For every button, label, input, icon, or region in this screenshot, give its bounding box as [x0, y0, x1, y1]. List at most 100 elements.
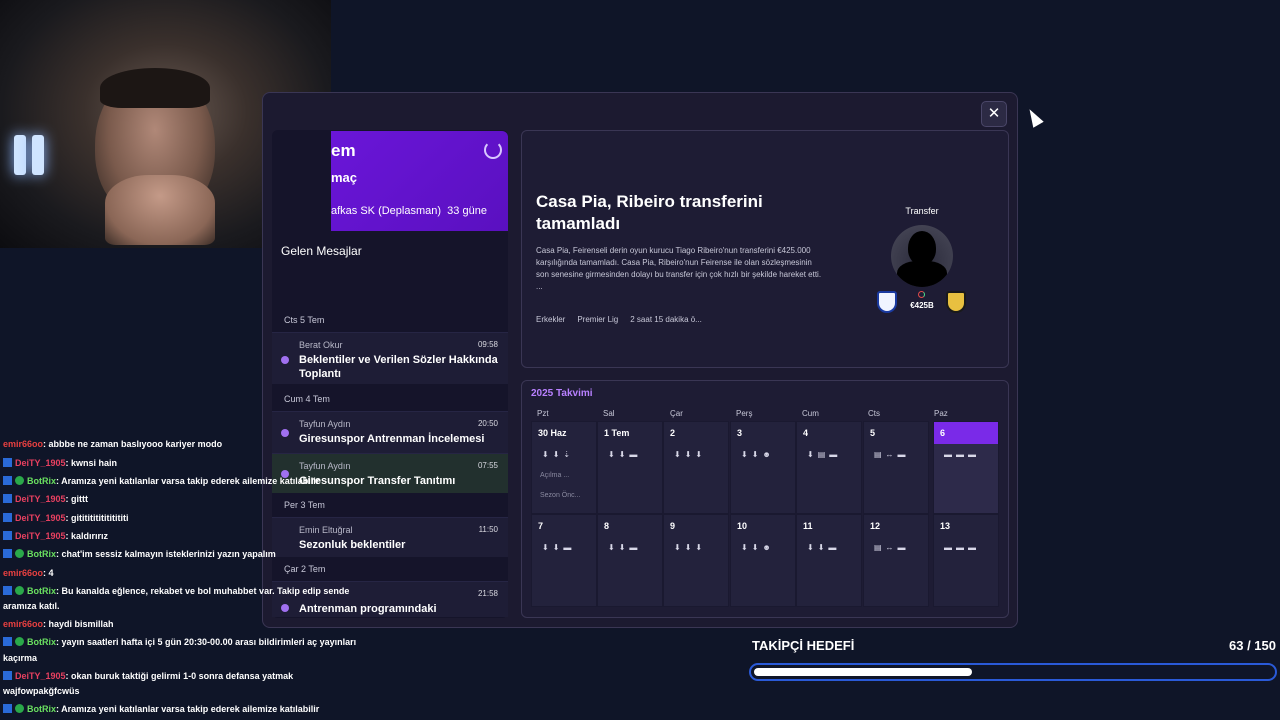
day-event-icons: ⬇⬇▬ [542, 543, 576, 552]
day-event-icons: ⬇⬇⬇ [674, 543, 707, 552]
calendar-day[interactable]: 13 ▬▬▬ [933, 514, 999, 607]
chat-message: emir66oo: abbbe ne zaman baslıyooo kariy… [3, 439, 223, 449]
message-time: 11:50 [478, 525, 498, 534]
streamer-hair [100, 68, 210, 108]
inbox-title: Gelen Mesajlar [281, 244, 362, 258]
day-event-icons: ▬▬▬ [944, 450, 980, 459]
inbox-day-header: Per 3 Tem [284, 500, 325, 510]
message-time: 21:58 [477, 589, 498, 598]
badge-icon [3, 531, 12, 540]
calendar-day[interactable]: 3 ⬇⬇☻ [730, 421, 796, 514]
badge-icon [3, 671, 12, 680]
calendar-day[interactable]: 8 ⬇⬇▬ [597, 514, 663, 607]
close-button[interactable]: ✕ [981, 101, 1007, 127]
inbox-message[interactable]: Tayfun Aydın 20:50 Giresunspor Antrenman… [272, 411, 508, 453]
weekday-label: Paz [934, 409, 948, 418]
news-category: Transfer [905, 206, 939, 216]
weekday-label: Çar [670, 409, 683, 418]
unread-dot-icon [281, 429, 289, 437]
weekday-label: Perş [736, 409, 753, 418]
chat-message: DeiTY_1905: kaldırırız [3, 531, 108, 541]
news-tag: 2 saat 15 dakika ö... [630, 315, 702, 324]
mouse-cursor-icon [1024, 106, 1044, 128]
badge-icon [3, 637, 12, 646]
message-sender: Berat Okur [299, 340, 343, 350]
message-subject: Giresunspor Transfer Tanıtımı [299, 475, 456, 487]
calendar-day-today[interactable]: 6 ▬▬▬ [933, 421, 999, 514]
next-match-card[interactable]: em maç afkas SK (Deplasman) 33 güne [331, 131, 508, 231]
inbox-message[interactable]: Berat Okur 09:58 Beklentiler ve Verilen … [272, 332, 508, 384]
day-event-icons: ⬇⬇▬ [807, 543, 841, 552]
badge-icon [3, 513, 12, 522]
chat-message: DeiTY_1905: okan buruk taktiği gelirmi 1… [3, 671, 293, 681]
message-time: 09:58 [477, 340, 498, 349]
lamp-light [32, 135, 44, 175]
day-event-icons: ⬇⬇▬ [608, 543, 642, 552]
chat-message: DeiTY_1905: kwnsi hain [3, 458, 117, 468]
next-match-title: em [331, 141, 356, 160]
chat-message: DeiTY_1905: gitititititititititi [3, 513, 129, 523]
weekday-label: Sal [603, 409, 615, 418]
inbox-message[interactable]: Emin Eltuğral 11:50 Sezonluk beklentiler [272, 517, 508, 557]
message-subject: Beklentiler ve Verilen Sözler Hakkında T… [299, 354, 498, 380]
weekday-label: Pzt [537, 409, 549, 418]
chat-message: aramıza katıl. [3, 601, 60, 611]
lamp-light [14, 135, 26, 175]
message-subject: Antrenman programındaki [299, 603, 437, 615]
player-avatar [891, 225, 953, 287]
loading-spinner-icon [484, 141, 502, 159]
day-event-icons: ▬▬▬ [944, 543, 980, 552]
day-event: Sezon Önc... [540, 492, 581, 499]
message-subject: Giresunspor Antrenman İncelemesi [299, 433, 485, 445]
chat-message: BotRix: Bu kanalda eğlence, rekabet ve b… [3, 586, 349, 596]
calendar-day[interactable]: 1 Tem ⬇⬇▬ [597, 421, 663, 514]
inbox-day-header: Cts 5 Tem [284, 315, 325, 325]
calendar-day[interactable]: 11 ⬇⬇▬ [796, 514, 862, 607]
unread-dot-icon [281, 604, 289, 612]
calendar-day[interactable]: 4 ⬇▤▬ [796, 421, 862, 514]
calendar-day[interactable]: 10 ⬇⬇☻ [730, 514, 796, 607]
message-sender: Tayfun Aydın [299, 461, 351, 471]
news-title: Casa Pia, Ribeiro transferini tamamladı [536, 192, 763, 233]
follower-goal-bar [749, 663, 1277, 681]
weekday-label: Cum [802, 409, 819, 418]
badge-icon [3, 704, 12, 713]
chat-message: BotRix: yayın saatleri hafta içi 5 gün 2… [3, 637, 356, 647]
day-event-icons: ▤↔▬ [874, 450, 910, 459]
calendar-day[interactable]: 12 ▤↔▬ [863, 514, 929, 607]
inbox-day-header: Cum 4 Tem [284, 394, 330, 404]
bot-badge-icon [15, 549, 24, 558]
streamer-hands [105, 175, 215, 245]
calendar-day[interactable]: 30 Haz ⬇⬇⇣ Açılma ... Sezon Önc... [531, 421, 597, 514]
day-event-icons: ⬇▤▬ [807, 450, 842, 459]
bot-badge-icon [15, 637, 24, 646]
news-tags: Erkekler Premier Lig 2 saat 15 dakika ö.… [536, 315, 702, 324]
calendar-title: 2025 Takvimi [531, 388, 593, 399]
chat-message: BotRix: Aramıza yeni katılanlar varsa ta… [3, 476, 319, 486]
message-sender: Tayfun Aydın [299, 419, 351, 429]
day-event-icons: ⬇⬇⬇ [674, 450, 707, 459]
next-match-subtitle: maç [331, 170, 358, 185]
chat-message: BotRix: Aramıza yeni katılanlar varsa ta… [3, 704, 319, 714]
chat-message: emir66oo: haydi bismillah [3, 619, 114, 629]
calendar-day[interactable]: 2 ⬇⬇⬇ [663, 421, 729, 514]
calendar-day[interactable]: 9 ⬇⬇⬇ [663, 514, 729, 607]
next-match-opponent: afkas SK (Deplasman) 33 güne [331, 205, 487, 217]
news-tag: Erkekler [536, 315, 566, 324]
calendar-day[interactable]: 5 ▤↔▬ [863, 421, 929, 514]
chat-message: wajfowpakğfcwüs [3, 686, 80, 696]
day-event-icons: ⬇⬇☻ [741, 450, 775, 459]
transfer-fee: €425B [910, 301, 934, 310]
follower-goal-fill [754, 668, 972, 676]
club-crest-icon [877, 291, 897, 313]
inbox-message[interactable]: Tayfun Aydın 07:55 Giresunspor Transfer … [272, 453, 508, 493]
bot-badge-icon [15, 476, 24, 485]
transfer-icon [918, 291, 925, 298]
message-time: 20:50 [477, 419, 498, 428]
news-card[interactable]: Casa Pia, Ribeiro transferini tamamladı … [521, 130, 1009, 368]
chat-message: emir66oo: 4 [3, 568, 54, 578]
calendar-day[interactable]: 7 ⬇⬇▬ [531, 514, 597, 607]
club-crest-icon [946, 291, 966, 313]
day-event-icons: ▤↔▬ [874, 543, 910, 552]
news-tag: Premier Lig [577, 315, 619, 324]
